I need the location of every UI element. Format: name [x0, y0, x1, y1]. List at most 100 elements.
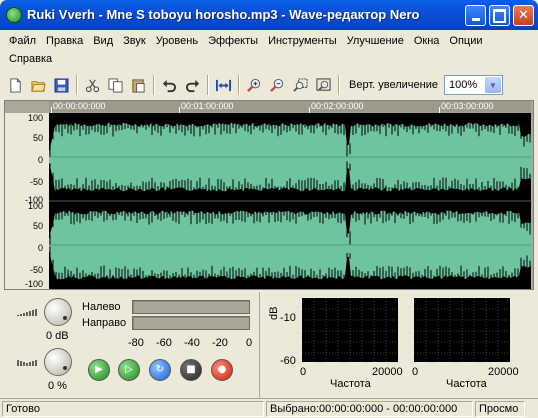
play-icon: ▶ — [95, 364, 103, 375]
new-file-icon — [10, 77, 21, 93]
zoom-out-button[interactable] — [266, 74, 289, 96]
zoom-selection-button[interactable] — [289, 74, 312, 96]
cut-icon — [85, 79, 100, 92]
fit-width-button[interactable] — [212, 74, 235, 96]
vertical-zoom-label: Верт. увеличение — [349, 79, 438, 91]
ruler-label: 00:01:00:000 — [181, 101, 234, 111]
menu-row-1: Файл Правка Вид Звук Уровень Эффекты Инс… — [4, 31, 534, 50]
redo-button[interactable] — [181, 74, 204, 96]
spectrum-xlabel: Частота — [446, 378, 487, 390]
y-label: 50 — [32, 133, 43, 143]
open-folder-icon — [31, 80, 46, 92]
redo-icon — [185, 79, 200, 92]
paste-button[interactable] — [127, 74, 150, 96]
waveform-editor: 00:00:00:000 00:01:00:000 00:02:00:000 0… — [4, 100, 534, 290]
toolbar: Верт. увеличение 100% ▼ — [4, 71, 514, 99]
title-bar: Ruki Vverh - Mne S toboyu horosho.mp3 - … — [0, 0, 538, 30]
menu-edit[interactable]: Правка — [41, 35, 88, 47]
record-button[interactable]: ● — [211, 359, 233, 381]
bottom-panel: 0 dB 0 % Налево Направо -80 -60 -40 -20 … — [4, 292, 534, 398]
menu-windows[interactable]: Окна — [409, 35, 445, 47]
ruler-label: 00:03:00:000 — [441, 101, 494, 111]
close-button[interactable]: ✕ — [513, 5, 534, 26]
spectrum-xtick: 0 — [300, 366, 307, 378]
meter-scale-label: -20 — [212, 337, 228, 349]
record-icon: ● — [217, 364, 227, 375]
meter-right-label: Направо — [82, 317, 127, 329]
y-label: 100 — [27, 201, 43, 211]
stop-icon: ■ — [186, 364, 196, 375]
maximize-button[interactable] — [489, 5, 510, 26]
vertical-zoom-value: 100% — [448, 79, 478, 91]
zoom-all-button[interactable] — [312, 74, 335, 96]
vertical-zoom-select[interactable]: 100% ▼ — [443, 75, 503, 95]
volume-knob[interactable] — [44, 298, 72, 326]
chevron-down-icon[interactable]: ▼ — [484, 77, 501, 93]
app-icon — [6, 7, 22, 23]
minimize-button[interactable] — [465, 5, 486, 26]
loop-button[interactable]: ↻ — [149, 359, 171, 381]
y-label: -100 — [24, 279, 43, 289]
new-file-button[interactable] — [4, 74, 27, 96]
spectrum-xtick: 20000 — [372, 366, 403, 378]
zoom-in-button[interactable] — [243, 74, 266, 96]
waveform-svg — [49, 121, 531, 281]
save-icon — [54, 77, 69, 93]
fit-width-icon — [216, 79, 231, 91]
menu-options[interactable]: Опции — [444, 35, 487, 47]
meter-left — [132, 300, 250, 314]
toolbar-separator — [338, 75, 340, 95]
play-selection-icon: ▷ — [125, 364, 133, 375]
menu-sound[interactable]: Звук — [118, 35, 151, 47]
undo-button[interactable] — [158, 74, 181, 96]
menu-row-2: Справка — [4, 50, 534, 67]
volume-value: 0 dB — [46, 330, 69, 342]
zoom-selection-icon — [293, 77, 308, 92]
menu-level[interactable]: Уровень — [151, 35, 203, 47]
play-button[interactable]: ▶ — [88, 359, 110, 381]
cut-button[interactable] — [81, 74, 104, 96]
menu-view[interactable]: Вид — [88, 35, 118, 47]
spectrum-left: dB -10 -60 0 20000 Частота — [262, 292, 403, 398]
zoom-in-icon — [247, 78, 261, 92]
y-label: 0 — [37, 155, 43, 165]
maximize-icon — [490, 6, 509, 25]
save-button[interactable] — [50, 74, 73, 96]
menu-bar: Файл Правка Вид Звук Уровень Эффекты Инс… — [4, 31, 534, 67]
spectrum-xlabel: Частота — [330, 378, 371, 390]
time-ruler[interactable]: 00:00:00:000 00:01:00:000 00:02:00:000 0… — [49, 101, 531, 113]
status-view: Просмо — [475, 401, 525, 417]
playback-panel: 0 dB 0 % Налево Направо -80 -60 -40 -20 … — [4, 292, 260, 398]
undo-icon — [162, 79, 177, 92]
meter-scale-label: -80 — [128, 337, 144, 349]
menu-help[interactable]: Справка — [4, 53, 57, 65]
y-label: 50 — [32, 221, 43, 231]
stop-button[interactable]: ■ — [180, 359, 202, 381]
menu-tools[interactable]: Инструменты — [263, 35, 342, 47]
spectrum-xtick: 0 — [412, 366, 419, 378]
menu-enhance[interactable]: Улучшение — [342, 35, 409, 47]
toolbar-separator — [238, 75, 240, 95]
window-title: Ruki Vverh - Mne S toboyu horosho.mp3 - … — [27, 7, 420, 22]
copy-button[interactable] — [104, 74, 127, 96]
pan-icon — [17, 360, 37, 366]
play-selection-button[interactable]: ▷ — [118, 359, 140, 381]
spectrum-graph — [414, 298, 510, 362]
status-ready: Готово — [2, 401, 264, 417]
menu-file[interactable]: Файл — [4, 35, 41, 47]
paste-icon — [132, 78, 145, 93]
meter-scale-label: -40 — [184, 337, 200, 349]
spectrum-ytick: -10 — [280, 312, 296, 324]
menu-effects[interactable]: Эффекты — [203, 35, 263, 47]
toolbar-separator — [153, 75, 155, 95]
minimize-icon — [466, 6, 485, 25]
waveform-canvas[interactable] — [49, 113, 531, 289]
y-label: -50 — [29, 265, 43, 275]
pan-value: 0 % — [48, 380, 67, 392]
pan-knob[interactable] — [44, 348, 72, 376]
spectrum-ylabel: dB — [268, 306, 280, 320]
open-button[interactable] — [27, 74, 50, 96]
amplitude-axis: 100 50 0 -50 -100 100 50 0 -50 -100 — [5, 113, 49, 289]
toolbar-separator — [76, 75, 78, 95]
volume-icon — [17, 309, 37, 316]
